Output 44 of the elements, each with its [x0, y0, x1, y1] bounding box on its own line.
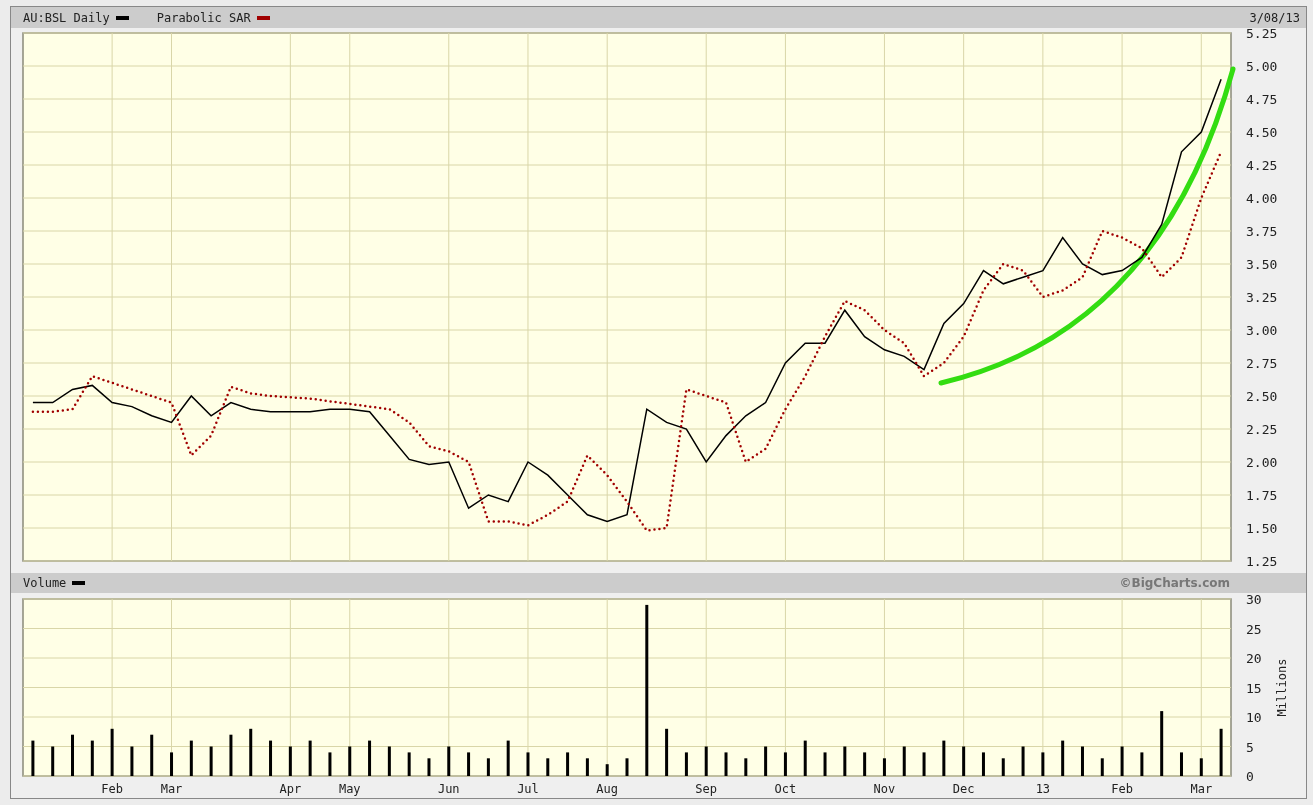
y-axis-label: 4.75 [1246, 92, 1278, 107]
legend-label: Parabolic SAR [156, 9, 251, 27]
y-axis-title: Millions [1275, 658, 1289, 717]
y-axis-label: 25 [1246, 621, 1262, 637]
x-axis-label: May [338, 782, 361, 796]
y-axis-label: 4.50 [1246, 125, 1278, 140]
y-axis-label: 2.25 [1246, 422, 1278, 437]
y-axis-label: 20 [1246, 651, 1262, 666]
x-axis-label: 13 [1035, 782, 1051, 796]
y-axis-label: 3.00 [1246, 323, 1278, 338]
y-axis-label: 3.25 [1246, 290, 1278, 305]
y-axis-label: 1.25 [1246, 554, 1278, 569]
x-axis-label: Apr [279, 782, 302, 796]
y-axis-label: 2.00 [1246, 455, 1278, 470]
x-axis-label: Mar [160, 782, 183, 796]
legend-label: AU:BSL Daily [23, 9, 110, 27]
x-axis-label: Dec [952, 782, 975, 796]
y-axis-label: 30 [1246, 593, 1262, 607]
x-axis-label: Nov [873, 782, 896, 796]
date-label: 3/08/13 [1249, 9, 1300, 27]
y-axis-label: 2.75 [1246, 356, 1278, 371]
x-axis-label: Sep [695, 782, 718, 796]
y-axis-label: 5.00 [1246, 59, 1278, 74]
x-axis-label: Jun [437, 782, 460, 796]
x-axis-label: Feb [101, 782, 123, 796]
x-axis-label: Mar [1190, 782, 1213, 796]
y-axis-label: 1.50 [1246, 521, 1278, 536]
y-axis-label: 2.50 [1246, 389, 1278, 404]
x-axis-label: Feb [1111, 782, 1133, 796]
y-axis-label: 0 [1246, 769, 1254, 784]
y-axis-label: 15 [1246, 680, 1262, 696]
x-axis-label: Oct [774, 782, 797, 796]
y-axis-label: 3.50 [1246, 257, 1278, 272]
legend-label: Volume [23, 575, 67, 592]
y-axis-label: 3.75 [1246, 224, 1278, 239]
y-axis-label: 5.25 [1246, 28, 1278, 41]
y-axis-label: 4.00 [1246, 191, 1278, 206]
x-axis-label: Aug [596, 782, 619, 796]
credit-label: ©BigCharts.com [1119, 575, 1230, 592]
y-axis-label: 1.75 [1246, 488, 1278, 503]
y-axis-label: 10 [1246, 710, 1262, 725]
y-axis-label: 5 [1246, 739, 1254, 755]
y-axis-label: 4.25 [1246, 158, 1278, 173]
x-axis-label: Jul [517, 782, 539, 796]
